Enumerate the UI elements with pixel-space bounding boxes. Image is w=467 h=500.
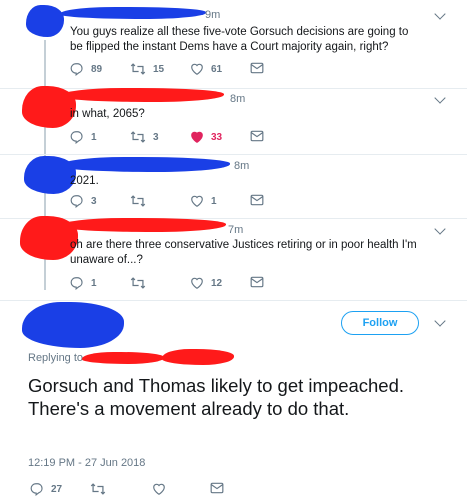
retweet-icon: [130, 195, 146, 207]
reply-icon: [70, 195, 83, 208]
like-count: 12: [211, 277, 223, 289]
divider: [0, 154, 467, 155]
reply-count: 1: [91, 131, 97, 143]
tweet-text: You guys realize all these five-vote Gor…: [70, 26, 409, 53]
redacted-avatar: [26, 5, 64, 37]
follow-button[interactable]: Follow: [341, 311, 419, 335]
reply-button[interactable]: 27: [30, 482, 62, 496]
tweet-text: 2021.: [70, 175, 99, 187]
reply-count: 3: [91, 195, 97, 207]
message-button[interactable]: [250, 194, 264, 206]
tweet-time[interactable]: 9m: [205, 9, 220, 21]
reply-icon: [70, 277, 83, 290]
reply-button[interactable]: 1: [70, 276, 97, 290]
chevron-down-icon[interactable]: [434, 92, 446, 104]
retweet-icon: [130, 131, 146, 143]
message-button[interactable]: [250, 62, 264, 74]
reply-count: 1: [91, 277, 97, 289]
divider: [0, 88, 467, 89]
retweet-button[interactable]: 15: [130, 62, 164, 76]
chevron-down-icon[interactable]: [434, 8, 446, 20]
retweet-icon: [130, 63, 146, 75]
reply-icon: [30, 483, 43, 496]
retweet-icon: [90, 483, 106, 495]
reply-count: 27: [51, 483, 63, 495]
like-button[interactable]: 61: [190, 62, 222, 76]
chevron-down-icon[interactable]: [434, 315, 446, 327]
like-icon: [191, 131, 203, 143]
mail-icon: [210, 482, 224, 494]
mail-icon: [250, 194, 264, 206]
redacted-reply-handle-1[interactable]: [82, 352, 164, 364]
retweet-button[interactable]: [130, 194, 153, 208]
redacted-avatar: [22, 302, 124, 348]
reply-icon: [70, 131, 83, 144]
tweet-text: in what, 2065?: [70, 108, 145, 120]
reply-button[interactable]: 1: [70, 130, 97, 144]
main-tweet-timestamp[interactable]: 12:19 PM - 27 Jun 2018: [28, 457, 145, 469]
like-button[interactable]: [152, 482, 166, 496]
redacted-username: [60, 7, 206, 19]
like-icon: [191, 277, 203, 289]
message-button[interactable]: [250, 130, 264, 142]
retweet-icon: [130, 277, 146, 289]
like-count: 1: [211, 195, 217, 207]
redacted-reply-handle-2[interactable]: [162, 349, 234, 365]
retweet-count: 3: [153, 131, 159, 143]
divider: [0, 300, 467, 301]
redacted-username: [60, 88, 224, 102]
mail-icon: [250, 62, 264, 74]
retweet-button[interactable]: 3: [130, 130, 159, 144]
like-button[interactable]: 1: [190, 194, 217, 208]
main-tweet-text: Gorsuch and Thomas likely to get impeach…: [28, 375, 405, 419]
like-count: 61: [211, 63, 223, 75]
message-button[interactable]: [210, 482, 224, 494]
tweet-time[interactable]: 7m: [228, 224, 243, 236]
retweet-button[interactable]: [90, 482, 106, 496]
like-icon: [153, 483, 165, 495]
divider: [0, 218, 467, 219]
redacted-username: [60, 218, 226, 232]
reply-button[interactable]: 3: [70, 194, 97, 208]
like-button[interactable]: 33: [190, 130, 222, 144]
like-button[interactable]: 12: [190, 276, 222, 290]
tweet-time[interactable]: 8m: [230, 93, 245, 105]
like-count: 33: [211, 131, 223, 143]
retweet-button[interactable]: [130, 276, 153, 290]
message-button[interactable]: [250, 276, 264, 288]
replying-to-label: Replying to: [28, 352, 84, 364]
redacted-username: [60, 157, 230, 172]
mail-icon: [250, 130, 264, 142]
tweet-text: oh are there three conservative Justices…: [70, 239, 417, 266]
chevron-down-icon[interactable]: [434, 223, 446, 235]
reply-count: 89: [91, 63, 103, 75]
mail-icon: [250, 276, 264, 288]
retweet-count: 15: [153, 63, 165, 75]
reply-icon: [70, 63, 83, 76]
tweet-time[interactable]: 8m: [234, 160, 249, 172]
like-icon: [191, 63, 203, 75]
reply-button[interactable]: 89: [70, 62, 102, 76]
like-icon: [191, 195, 203, 207]
